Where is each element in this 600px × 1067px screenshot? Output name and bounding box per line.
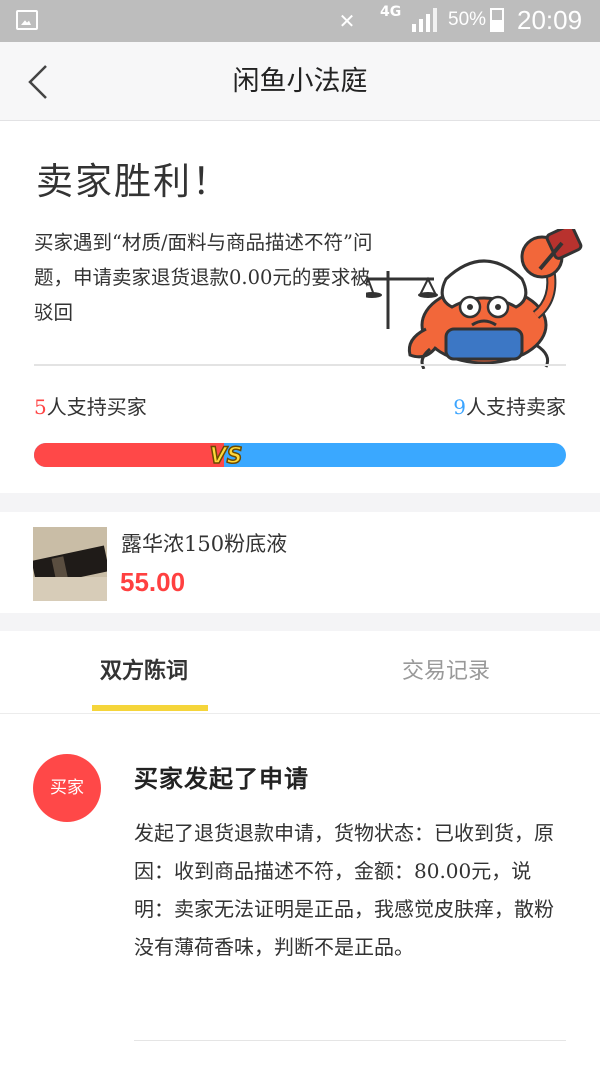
buyer-support-label: 人支持买家: [46, 395, 147, 419]
image-notification-icon: [16, 10, 38, 30]
crab-judge-illustration: [366, 229, 583, 369]
buyer-avatar: 买家: [33, 754, 101, 822]
battery-icon: [490, 8, 504, 32]
statement-divider: [134, 1040, 566, 1041]
buyer-support-bar: [34, 443, 224, 467]
verdict-title: 卖家胜利！: [36, 160, 231, 203]
back-arrow-icon[interactable]: [22, 62, 58, 102]
seller-support: 9人支持卖家: [453, 391, 566, 420]
product-thumbnail: [33, 527, 107, 601]
product-card[interactable]: 露华浓150粉底液 55.00: [0, 512, 600, 613]
vs-label: VS: [210, 444, 243, 469]
battery-percent: 50%: [448, 9, 487, 30]
verdict-description: 买家遇到“材质/面料与商品描述不符”问题，申请卖家退货退款0.00元的要求被驳回: [34, 231, 373, 324]
vs-badge: VS: [209, 443, 243, 470]
buyer-support-count: 5: [34, 395, 47, 419]
clock: 20:09: [517, 5, 583, 35]
nav-header: 闲鱼小法庭: [0, 42, 600, 121]
statement-list: 买家 买家发起了申请 发起了退货退款申请，货物状态：已收到货，原因：收到商品描述…: [0, 714, 600, 1067]
verdict-card: 卖家胜利！ 买家遇到“材质/面料与商品描述不符”问题，申请卖家退货退款0.00元…: [0, 121, 600, 493]
product-name: 露华浓150粉底液: [121, 532, 288, 556]
tab-statements[interactable]: 双方陈词: [100, 653, 188, 685]
statement-title: 买家发起了申请: [134, 764, 309, 793]
verdict-divider: [34, 364, 566, 366]
page-title: 闲鱼小法庭: [232, 66, 368, 97]
support-ratio-bar: [34, 443, 566, 467]
tab-transaction-records[interactable]: 交易记录: [402, 653, 490, 685]
tab-bar: 双方陈词 交易记录: [0, 631, 600, 714]
product-price: 55.00: [120, 567, 186, 597]
signal-icon: [412, 8, 437, 32]
seller-support-count: 9: [453, 395, 466, 419]
seller-support-label: 人支持卖家: [466, 395, 566, 419]
statement-body: 发起了退货退款申请，货物状态：已收到货，原因：收到商品描述不符，金额：80.00…: [134, 821, 554, 959]
status-bar: ✕ 4G 50% 20:09: [0, 0, 600, 42]
network-type: 4G: [380, 4, 402, 20]
active-tab-indicator: [92, 705, 208, 711]
mute-icon: ✕: [338, 9, 356, 33]
buyer-support: 5人支持买家: [34, 391, 147, 420]
